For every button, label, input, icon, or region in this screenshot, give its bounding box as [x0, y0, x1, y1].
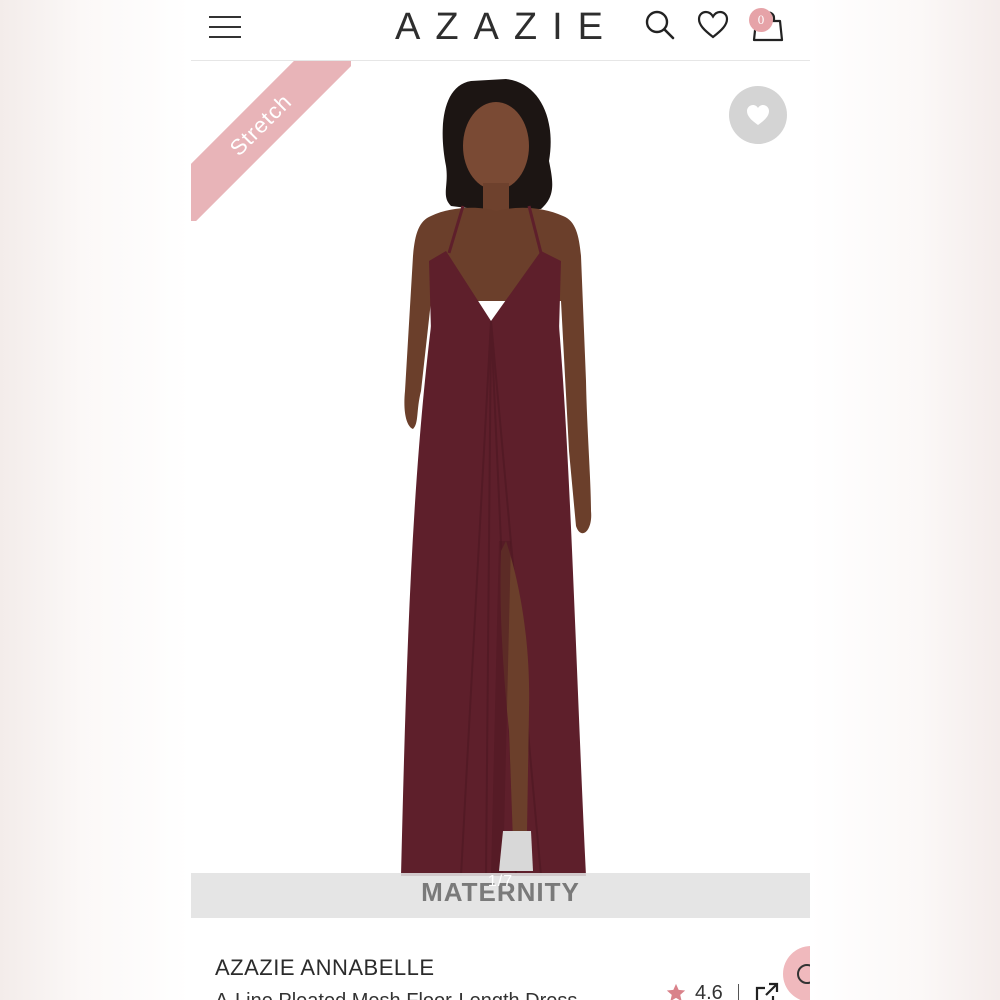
chat-support-button[interactable] [783, 946, 810, 1000]
chat-icon [797, 964, 810, 984]
add-to-wishlist-button[interactable] [729, 86, 787, 144]
star-icon [666, 983, 686, 1000]
rating-summary[interactable]: 4.6 [659, 978, 779, 1000]
product-subtitle: A-Line Pleated Mesh Floor-Length Dress [215, 990, 577, 1000]
share-icon[interactable] [755, 982, 779, 1000]
cart-count-badge: 0 [749, 8, 773, 32]
site-header: AZAZIE 0 [191, 0, 810, 61]
rating-value: 4.6 [695, 982, 723, 1000]
model-wearing-dress-image [401, 79, 592, 877]
product-image-carousel[interactable]: Stretch MATERNITY 1/7 [191, 61, 810, 918]
search-icon[interactable] [643, 8, 677, 42]
divider [738, 984, 739, 1000]
ribbon-label: Stretch [191, 61, 351, 221]
product-info: AZAZIE ANNABELLE A-Line Pleated Mesh Flo… [191, 918, 810, 1000]
stretch-ribbon: Stretch [191, 61, 351, 221]
product-name: AZAZIE ANNABELLE [215, 955, 435, 980]
image-caption-bar: MATERNITY 1/7 [191, 873, 810, 918]
image-counter: 1/7 [487, 873, 514, 890]
heart-icon[interactable] [696, 8, 730, 42]
heart-icon [747, 105, 769, 125]
mobile-page: AZAZIE 0 Stretch MATERNITY 1/7 AZAZIE AN… [191, 0, 810, 1000]
